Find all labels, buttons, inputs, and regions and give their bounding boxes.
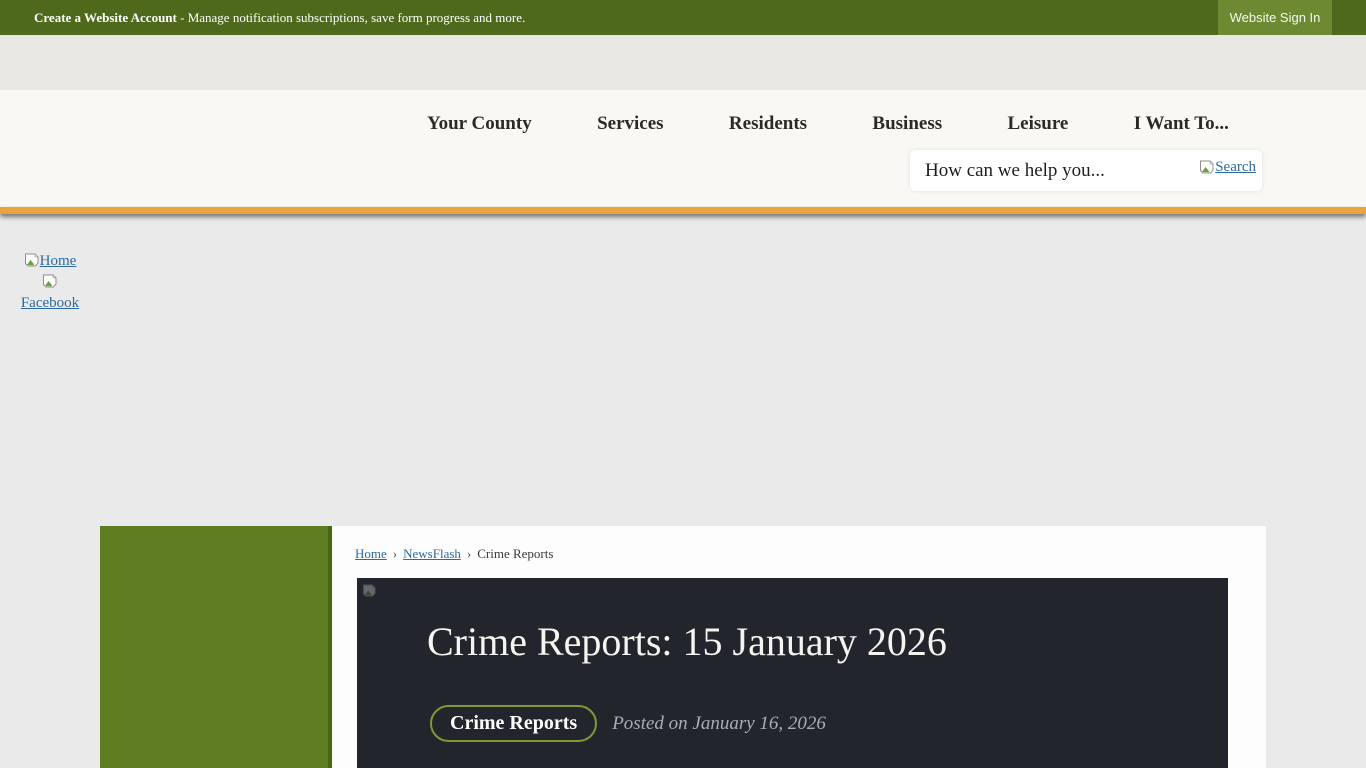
search-button-label: Search: [1215, 159, 1256, 175]
quick-home-label: Home: [40, 253, 77, 269]
breadcrumb-separator: ›: [393, 546, 397, 561]
broken-image-icon: [362, 583, 377, 598]
broken-image-icon: [24, 252, 40, 268]
quick-links: Home Facebook: [15, 251, 85, 314]
nav-residents[interactable]: Residents: [729, 113, 807, 135]
account-prompt: Create a Website Account - Manage notifi…: [34, 0, 525, 35]
search-input[interactable]: [925, 160, 1175, 182]
sidebar-panel: [100, 526, 332, 768]
search-box: Search: [910, 150, 1262, 191]
nav-services[interactable]: Services: [597, 113, 663, 135]
quick-facebook-label: Facebook: [21, 295, 79, 311]
news-meta-row: Crime Reports Posted on January 16, 2026: [430, 705, 826, 742]
nav-your-county[interactable]: Your County: [427, 113, 532, 135]
broken-image-icon: [42, 273, 58, 289]
breadcrumb-separator: ›: [467, 546, 471, 561]
header-main-band: Your County Services Residents Business …: [0, 90, 1366, 207]
breadcrumb: Home › NewsFlash › Crime Reports: [355, 546, 553, 562]
breadcrumb-home[interactable]: Home: [355, 546, 387, 561]
breadcrumb-current: Crime Reports: [477, 546, 553, 561]
nav-leisure[interactable]: Leisure: [1007, 113, 1068, 135]
nav-i-want-to[interactable]: I Want To...: [1134, 113, 1229, 135]
create-account-link[interactable]: Create a Website Account: [34, 10, 177, 25]
nav-business[interactable]: Business: [872, 113, 942, 135]
content-panel: Home › NewsFlash › Crime Reports Crime Repor…: [332, 526, 1266, 768]
news-title: Crime Reports: 15 January 2026: [427, 618, 947, 666]
search-button[interactable]: Search: [1199, 159, 1256, 175]
quick-facebook-link[interactable]: Facebook: [15, 272, 85, 314]
main-navigation: Your County Services Residents Business …: [427, 113, 1229, 135]
quick-home-link[interactable]: Home: [15, 251, 85, 272]
broken-image-icon: [1199, 159, 1215, 175]
news-flash-detail: Crime Reports: 15 January 2026 Crime Rep…: [357, 578, 1228, 768]
website-sign-in-button[interactable]: Website Sign In: [1218, 0, 1332, 35]
header-upper-band: Click to Home: [0, 35, 1366, 90]
posted-date: Posted on January 16, 2026: [612, 713, 826, 735]
account-prompt-text: - Manage notification subscriptions, sav…: [177, 10, 525, 25]
top-bar: Create a Website Account - Manage notifi…: [0, 0, 1366, 35]
breadcrumb-newsflash[interactable]: NewsFlash: [403, 546, 461, 561]
category-badge[interactable]: Crime Reports: [430, 705, 597, 742]
accent-divider: [0, 207, 1366, 214]
